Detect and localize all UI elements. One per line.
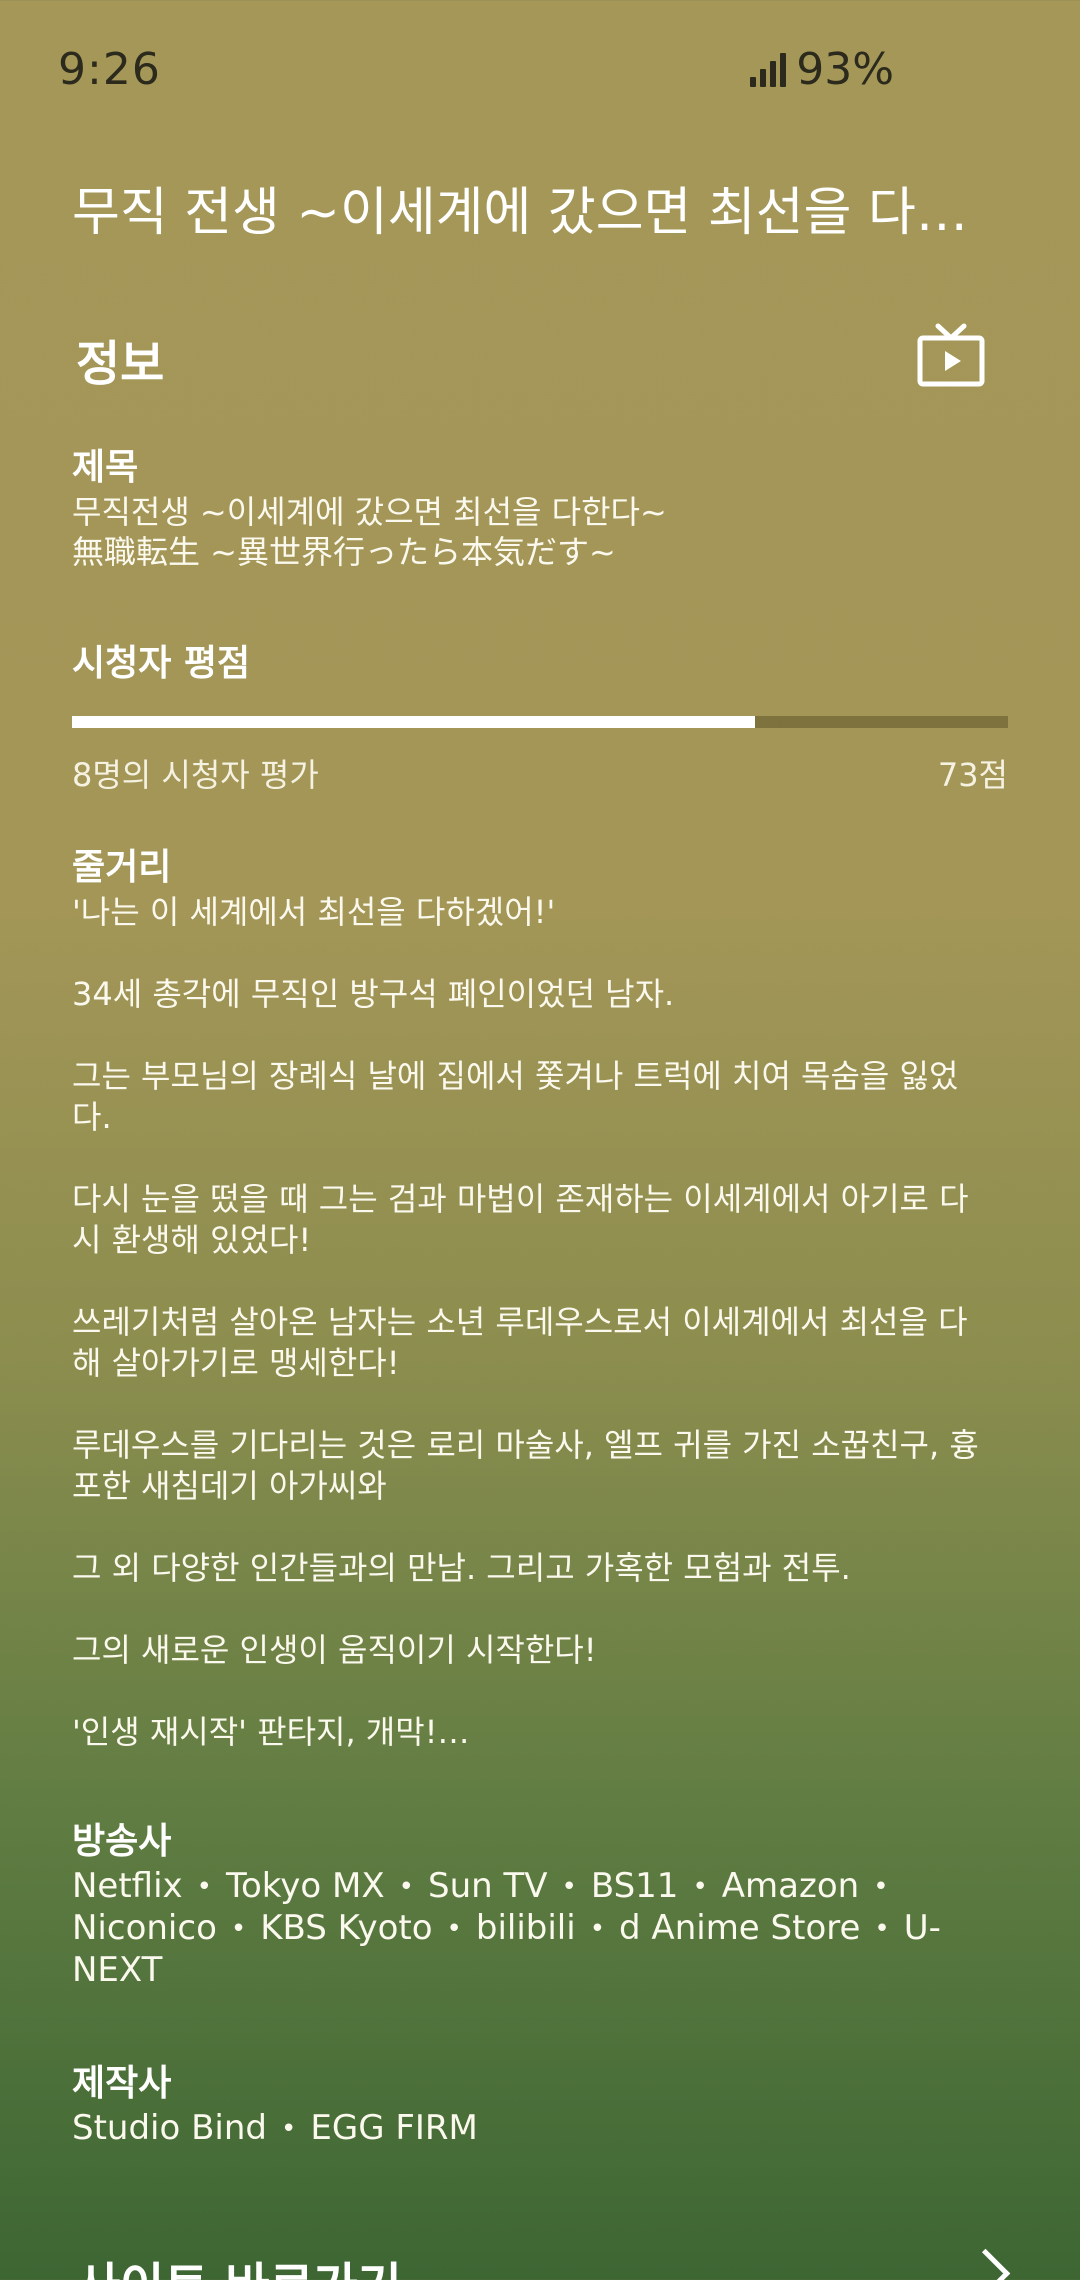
synopsis-paragraph: 루데우스를 기다리는 것은 로리 마술사, 엘프 귀를 가진 소꿉친구, 흉포한… xyxy=(72,1426,979,1505)
broadcasters-list: Netflix • Tokyo MX • Sun TV • BS11 • Amazon • Nico… xyxy=(72,1866,992,1991)
producer-item: Studio Bind xyxy=(72,2108,268,2148)
bullet-separator: • xyxy=(230,1914,247,1944)
synopsis-paragraph: 쓰레기처럼 살아온 남자는 소년 루데우스로서 이세계에서 최선을 다해 살아가… xyxy=(72,1303,968,1382)
synopsis-paragraph: '나는 이 세계에서 최선을 다하겠어!' xyxy=(72,893,556,931)
signal-icon xyxy=(750,53,787,87)
bullet-separator: • xyxy=(398,1872,414,1902)
broadcaster-item: Netflix xyxy=(72,1866,183,1906)
synopsis-text: '나는 이 세계에서 최선을 다하겠어!' 34세 총각에 무직인 방구석 폐인… xyxy=(72,892,992,1753)
rating-label: 시청자 평점 xyxy=(72,643,251,684)
rating-bar xyxy=(72,716,1008,728)
rating-bar-fill xyxy=(72,716,756,728)
bullet-separator: • xyxy=(196,1872,213,1902)
bullet-separator: • xyxy=(281,2114,297,2144)
broadcaster-item: Sun TV xyxy=(428,1866,548,1906)
broadcasters-section: 방송사 Netflix • Tokyo MX • Sun TV • BS11 • Amazon •… xyxy=(72,1818,1012,1991)
producers-label: 제작사 xyxy=(72,2063,172,2104)
bullet-separator: • xyxy=(873,1872,889,1902)
page-title: 무직 전생 ~이세계에 갔으면 최선을 다한… xyxy=(72,183,992,243)
broadcaster-item: Niconico xyxy=(72,1908,217,1948)
broadcaster-item: BS11 xyxy=(590,1866,679,1906)
status-right: 93% xyxy=(750,44,894,95)
broadcaster-item: bilibili xyxy=(475,1908,576,1948)
chevron-right-icon[interactable] xyxy=(960,2248,1011,2280)
broadcaster-item: Tokyo MX xyxy=(226,1866,385,1906)
battery-level: 93% xyxy=(796,44,894,95)
site-link[interactable]: 사이트 바로가기 xyxy=(76,2246,402,2280)
rating-row: 8명의 시청자 평가 73점 xyxy=(72,750,1008,796)
synopsis-paragraph: 다시 눈을 떴을 때 그는 검과 마법이 존재하는 이세계에서 아기로 다시 환… xyxy=(72,1180,969,1259)
title-korean: 무직전생 ~이세계에 갔으면 최선을 다한다~ xyxy=(72,493,667,531)
section-title-info: 정보 xyxy=(76,336,165,392)
broadcaster-item: KBS Kyoto xyxy=(260,1908,433,1948)
synopsis-paragraph: 34세 총각에 무직인 방구석 폐인이었던 남자. xyxy=(72,975,675,1013)
producer-item: EGG FIRM xyxy=(310,2108,478,2148)
producers-list: Studio Bind • EGG FIRM xyxy=(72,2108,992,2150)
broadcasters-label: 방송사 xyxy=(72,1821,172,1862)
rating-section: 시청자 평점 8명의 시청자 평가 73점 xyxy=(72,640,1012,796)
title-section: 제목 무직전생 ~이세계에 갔으면 최선을 다한다~ 無職転生 ~異世界行ったら… xyxy=(72,444,1012,572)
rating-score: 73점 xyxy=(937,756,1008,794)
title-label: 제목 xyxy=(72,447,139,488)
broadcaster-item: d Anime Store xyxy=(619,1908,861,1948)
tv-play-icon[interactable] xyxy=(916,322,986,388)
producers-section: 제작사 Studio Bind • EGG FIRM xyxy=(72,2060,1012,2150)
bullet-separator: • xyxy=(561,1872,577,1902)
broadcaster-item: Amazon xyxy=(721,1866,860,1906)
synopsis-section: 줄거리 '나는 이 세계에서 최선을 다하겠어!' 34세 총각에 무직인 방구… xyxy=(72,844,1012,1794)
synopsis-label: 줄거리 xyxy=(72,847,172,888)
status-bar: 9:26 93% xyxy=(0,0,1080,140)
bullet-separator: • xyxy=(446,1914,462,1944)
bullet-separator: • xyxy=(692,1872,708,1902)
bullet-separator: • xyxy=(874,1914,890,1944)
bullet-separator: • xyxy=(589,1914,606,1944)
status-time: 9:26 xyxy=(58,44,161,95)
rating-count: 8명의 시청자 평가 xyxy=(72,756,319,794)
synopsis-paragraph: '인생 재시작' 판타지, 개막!… xyxy=(72,1713,470,1751)
synopsis-paragraph: 그의 새로운 인생이 움직이기 시작한다! xyxy=(72,1631,597,1669)
synopsis-paragraph: 그 외 다양한 인간들과의 만남. 그리고 가혹한 모험과 전투. xyxy=(72,1549,851,1587)
title-japanese: 無職転生 ~異世界行ったら本気だす~ xyxy=(72,533,616,571)
synopsis-paragraph: 그는 부모님의 장례식 날에 집에서 쫓겨나 트럭에 치여 목숨을 잃었다. xyxy=(72,1057,959,1136)
